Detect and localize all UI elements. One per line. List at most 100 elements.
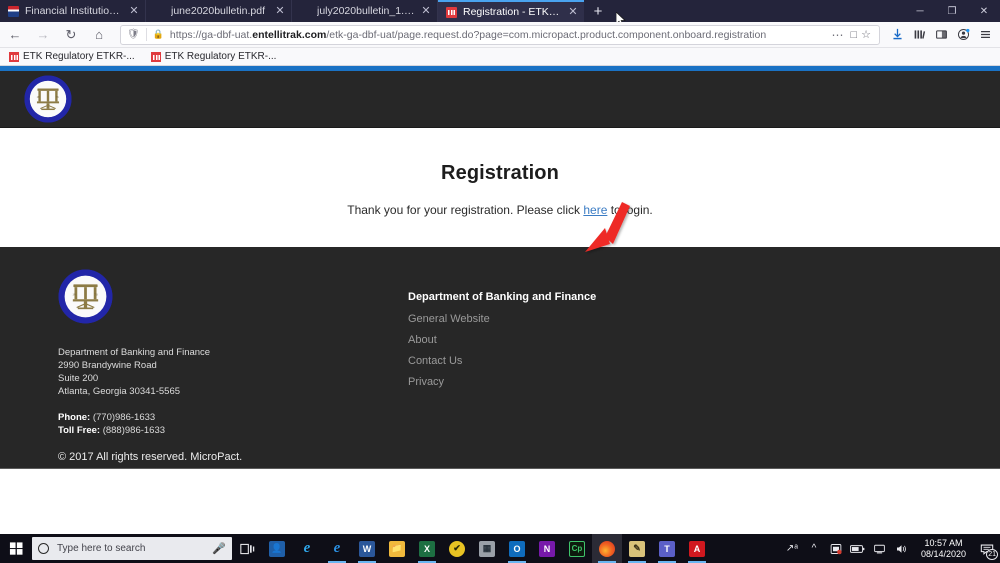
downloads-icon[interactable] xyxy=(886,24,908,46)
star-icon[interactable]: ☆ xyxy=(861,28,871,41)
browser-tab-2[interactable]: july2020bulletin_1.pdf ✕ xyxy=(292,0,438,22)
tab-close-icon[interactable]: ✕ xyxy=(566,1,580,23)
screen: Financial Institutions Bulletin (2 ✕ jun… xyxy=(0,0,1000,563)
padlock-icon[interactable]: 🔒 xyxy=(153,29,164,40)
minimize-button[interactable]: ─ xyxy=(904,0,936,22)
mozilla-firefox-icon xyxy=(599,541,615,557)
account-icon[interactable] xyxy=(952,24,974,46)
login-here-link[interactable]: here xyxy=(583,203,607,217)
browser-tab-strip: Financial Institutions Bulletin (2 ✕ jun… xyxy=(0,0,1000,22)
battery-icon[interactable] xyxy=(847,534,869,563)
microsoft-onenote-icon: N xyxy=(539,541,555,557)
tracking-shield-icon[interactable]: 🛡 xyxy=(127,29,140,40)
taskbar-app-microsoft-onenote-icon[interactable]: N xyxy=(532,534,562,563)
footer-link-general-website[interactable]: General Website xyxy=(408,313,596,325)
divider xyxy=(146,28,147,41)
footer-link-contact-us[interactable]: Contact Us xyxy=(408,355,596,367)
taskbar-app-snagit-icon[interactable]: ✎ xyxy=(622,534,652,563)
reload-button[interactable]: ↻ xyxy=(58,24,84,46)
window-controls: ─ ❐ ✕ xyxy=(904,0,1000,22)
taskbar-app-internet-explorer-icon[interactable]: e xyxy=(292,534,322,563)
browser-tab-0[interactable]: Financial Institutions Bulletin (2 ✕ xyxy=(0,0,146,22)
bookmarks-bar: ETK Regulatory ETKR-... ETK Regulatory E… xyxy=(0,48,1000,66)
security-shield-icon[interactable] xyxy=(825,534,847,563)
taskbar-app-kaspersky-icon[interactable]: ✔ xyxy=(442,534,472,563)
footer-address-line2: Suite 200 xyxy=(58,372,408,385)
snagit-icon: ✎ xyxy=(629,541,645,557)
calculator-icon: ▦ xyxy=(479,541,495,557)
volume-icon[interactable] xyxy=(891,534,913,563)
close-window-button[interactable]: ✕ xyxy=(968,0,1000,22)
page-main-section: Registration Thank you for your registra… xyxy=(0,128,1000,247)
footer-links-column: Department of Banking and Finance Genera… xyxy=(408,269,596,463)
forward-button[interactable]: → xyxy=(30,24,56,46)
taskbar-app-adobe-acrobat-icon[interactable]: A xyxy=(682,534,712,563)
footer-link-privacy[interactable]: Privacy xyxy=(408,376,596,388)
task-view-button[interactable] xyxy=(232,534,262,563)
footer-link-about[interactable]: About xyxy=(408,334,596,346)
taskbar-app-captivate-icon[interactable]: Cp xyxy=(562,534,592,563)
etk-icon xyxy=(9,52,19,62)
tab-close-icon[interactable]: ✕ xyxy=(419,0,433,22)
tab-close-icon[interactable]: ✕ xyxy=(127,0,141,22)
taskbar-app-microsoft-edge-icon[interactable]: e xyxy=(322,534,352,563)
microsoft-word-icon: W xyxy=(359,541,375,557)
sidebar-icon[interactable] xyxy=(930,24,952,46)
site-header: 19 76 xyxy=(0,71,1000,128)
taskbar-app-file-explorer-icon[interactable]: 📁 xyxy=(382,534,412,563)
georgia-state-seal-footer: 19 76 xyxy=(58,269,113,324)
back-button[interactable]: ← xyxy=(2,24,28,46)
registration-message: Thank you for your registration. Please … xyxy=(0,203,1000,217)
windows-taskbar: Type here to search 🎤 👤 e e W 📁 X xyxy=(0,534,1000,563)
taskbar-app-microsoft-word-icon[interactable]: W xyxy=(352,534,382,563)
url-prefix: https://ga-dbf-uat. xyxy=(170,29,252,41)
footer-copyright: © 2017 All rights reserved. MicroPact. xyxy=(58,451,408,463)
network-icon[interactable] xyxy=(869,534,891,563)
taskbar-app-microsoft-excel-icon[interactable]: X xyxy=(412,534,442,563)
taskbar-app-microsoft-outlook-icon[interactable]: O xyxy=(502,534,532,563)
action-center-button[interactable]: 21 xyxy=(974,534,1000,563)
taskbar-app-microsoft-teams-icon[interactable]: T xyxy=(652,534,682,563)
taskbar-app-mozilla-firefox-icon[interactable] xyxy=(592,534,622,563)
search-placeholder: Type here to search xyxy=(57,543,212,554)
pen-workspace-icon[interactable]: ↗ᵃ xyxy=(781,534,803,563)
browser-tab-3-active[interactable]: Registration - ETK Regulatory ✕ xyxy=(438,0,584,22)
taskbar-clock[interactable]: 10:57 AM 08/14/2020 xyxy=(913,538,974,560)
footer-address: Department of Banking and Finance 2990 B… xyxy=(58,346,408,398)
url-path: /etk-ga-dbf-uat/page.request.do?page=com… xyxy=(326,29,766,41)
search-input[interactable]: Type here to search 🎤 xyxy=(32,537,232,560)
taskbar-app-people-icon[interactable]: 👤 xyxy=(262,534,292,563)
etk-icon xyxy=(151,52,161,62)
bookmark-item-0[interactable]: ETK Regulatory ETKR-... xyxy=(6,51,138,62)
address-bar[interactable]: 🛡 🔒 https://ga-dbf-uat.entellitrak.com/e… xyxy=(120,25,880,45)
clock-time: 10:57 AM xyxy=(921,538,966,549)
maximize-button[interactable]: ❐ xyxy=(936,0,968,22)
new-tab-button[interactable]: + xyxy=(584,0,612,22)
microphone-icon[interactable]: 🎤 xyxy=(212,542,226,555)
svg-text:76: 76 xyxy=(94,292,98,296)
show-hidden-icons-chevron[interactable]: ^ xyxy=(803,534,825,563)
home-button[interactable]: ⌂ xyxy=(86,24,112,46)
taskbar-app-calculator-icon[interactable]: ▦ xyxy=(472,534,502,563)
browser-toolbar-icons xyxy=(886,24,1000,46)
bookmark-item-1[interactable]: ETK Regulatory ETKR-... xyxy=(148,51,280,62)
footer-phone-value: (770)986-1633 xyxy=(90,412,155,423)
message-text-before: Thank you for your registration. Please … xyxy=(347,203,583,217)
library-icon[interactable] xyxy=(908,24,930,46)
footer-org-name: Department of Banking and Finance xyxy=(58,346,408,359)
search-icon xyxy=(38,543,49,554)
ellipsis-icon[interactable]: ⋯ xyxy=(831,28,844,42)
system-tray: ↗ᵃ ^ 10:57 AM 08/14/2020 21 xyxy=(781,534,1000,563)
internet-explorer-icon: e xyxy=(299,541,315,557)
georgia-state-seal-header[interactable]: 19 76 xyxy=(24,75,72,123)
microsoft-teams-icon: T xyxy=(659,541,675,557)
pocket-icon[interactable]: □ xyxy=(850,29,857,41)
menu-icon[interactable] xyxy=(974,24,996,46)
tab-close-icon[interactable]: ✕ xyxy=(273,0,287,22)
browser-tab-1[interactable]: june2020bulletin.pdf ✕ xyxy=(146,0,292,22)
footer-phone-label: Phone: xyxy=(58,412,90,423)
microsoft-excel-icon: X xyxy=(419,541,435,557)
start-button[interactable] xyxy=(0,534,32,563)
footer-links-heading: Department of Banking and Finance xyxy=(408,291,596,303)
microsoft-edge-icon: e xyxy=(329,541,345,557)
